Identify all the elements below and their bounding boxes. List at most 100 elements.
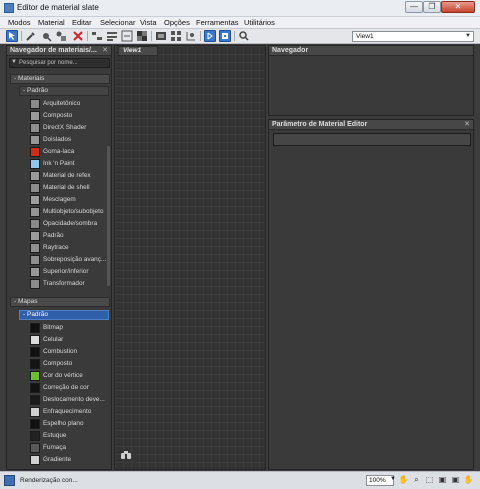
map-swatch-icon	[30, 455, 40, 465]
map-item[interactable]: Enfraquecimento	[30, 406, 111, 418]
view-area[interactable]: View1	[114, 45, 266, 470]
material-item[interactable]: Goma-laca	[30, 146, 111, 158]
map-item[interactable]: Correção de cor	[30, 382, 111, 394]
map-item[interactable]: Estuque	[30, 430, 111, 442]
menu-opcoes[interactable]: Opções	[164, 18, 190, 27]
material-item[interactable]: Material de shell	[30, 182, 111, 194]
hide-unused-icon[interactable]	[121, 30, 133, 42]
menu-material[interactable]: Material	[38, 18, 65, 27]
maximize-button[interactable]: ❐	[423, 1, 441, 13]
material-item[interactable]: Material de refex	[30, 170, 111, 182]
minimize-button[interactable]: —	[405, 1, 423, 13]
close-icon[interactable]: ✕	[464, 120, 470, 129]
material-item[interactable]: Transformador	[30, 278, 111, 290]
group-materiais[interactable]: - Materiais	[10, 74, 110, 84]
map-label: Correção de cor	[43, 384, 89, 391]
map-label: Estuque	[43, 432, 67, 439]
map-label: Combustion	[43, 348, 78, 355]
material-swatch-icon	[30, 219, 40, 229]
assign-material-icon[interactable]	[55, 30, 67, 42]
map-label: Espelho plano	[43, 420, 84, 427]
material-item[interactable]: Ink 'n Paint	[30, 158, 111, 170]
background-icon[interactable]	[155, 30, 167, 42]
material-swatch-icon	[30, 231, 40, 241]
magnify-settings-icon[interactable]	[238, 30, 250, 42]
map-display-icon[interactable]	[136, 30, 148, 42]
material-item[interactable]: Mesclagem	[30, 194, 111, 206]
map-item[interactable]: Gradiente	[30, 454, 111, 466]
layout-children-icon[interactable]	[91, 30, 103, 42]
material-item[interactable]: Doislados	[30, 134, 111, 146]
mtl-map-nav-icon[interactable]	[219, 30, 231, 42]
chevron-down-icon[interactable]: ▼	[390, 476, 396, 482]
eyedropper-icon[interactable]	[25, 30, 37, 42]
tab-view1[interactable]: View1	[118, 46, 158, 56]
map-item[interactable]: Deslocamento deve...	[30, 394, 111, 406]
map-label: Gradiente	[43, 456, 72, 463]
pick-material-icon[interactable]	[40, 30, 52, 42]
material-item[interactable]: Multiobjeto/subobjeto	[30, 206, 111, 218]
preview-icon[interactable]	[170, 30, 182, 42]
map-label: Composto	[43, 360, 73, 367]
menu-utilitarios[interactable]: Utilitários	[244, 18, 275, 27]
map-item[interactable]: Bitmap	[30, 322, 111, 334]
navigator-panel: Navegador	[268, 45, 474, 116]
material-label: Mesclagem	[43, 196, 76, 203]
material-item[interactable]: DirectX Shader	[30, 122, 111, 134]
menu-selecionar[interactable]: Selecionar	[100, 18, 135, 27]
close-icon[interactable]: ✕	[102, 46, 108, 55]
material-item[interactable]: Superior/inferior	[30, 266, 111, 278]
material-swatch-icon	[30, 159, 40, 169]
material-swatch-icon	[30, 147, 40, 157]
material-label: Sobreposição avanç...	[43, 256, 107, 263]
select-by-material-icon[interactable]	[185, 30, 197, 42]
map-item[interactable]: Cor do vértice	[30, 370, 111, 382]
pan-view-icon[interactable]: ✋	[463, 475, 474, 486]
material-item[interactable]: Arquitetônico	[30, 98, 111, 110]
search-options-icon[interactable]: ▼	[11, 59, 17, 65]
map-item[interactable]: Espelho plano	[30, 418, 111, 430]
map-swatch-icon	[30, 371, 40, 381]
browser-scrollbar[interactable]	[107, 146, 110, 286]
material-item[interactable]: Raytrace	[30, 242, 111, 254]
delete-icon[interactable]	[72, 30, 84, 42]
map-item[interactable]: Celular	[30, 334, 111, 346]
map-swatch-icon	[30, 383, 40, 393]
material-swatch-icon	[30, 111, 40, 121]
navigator-title: Navegador	[269, 46, 473, 56]
menu-editar[interactable]: Editar	[72, 18, 92, 27]
map-item[interactable]: Composto	[30, 358, 111, 370]
material-item[interactable]: Padrão	[30, 230, 111, 242]
search-input[interactable]: ▼ Pesquisar por nome...	[9, 58, 110, 68]
material-item[interactable]: Sobreposição avanç...	[30, 254, 111, 266]
show-end-result-icon[interactable]	[204, 30, 216, 42]
select-arrow-icon[interactable]	[6, 30, 18, 42]
menu-ferramentas[interactable]: Ferramentas	[196, 18, 239, 27]
material-name-field[interactable]	[273, 133, 471, 146]
group-mapas[interactable]: - Mapas	[10, 297, 110, 307]
binoculars-icon[interactable]	[121, 450, 131, 461]
map-item[interactable]: Fumaça	[30, 442, 111, 454]
material-item[interactable]: Opacidade/sombra	[30, 218, 111, 230]
close-button[interactable]: ✕	[441, 1, 475, 13]
map-label: Bitmap	[43, 324, 63, 331]
menu-modos[interactable]: Modos	[8, 18, 31, 27]
chevron-down-icon: ▼	[465, 33, 471, 39]
layout-all-icon[interactable]	[106, 30, 118, 42]
zoom-region-icon[interactable]: ⬚	[424, 475, 435, 486]
zoom-extents-icon[interactable]: ▣	[437, 475, 448, 486]
material-label: Raytrace	[43, 244, 69, 251]
menu-vista[interactable]: Vista	[140, 18, 157, 27]
map-item[interactable]: Combustion	[30, 346, 111, 358]
map-swatch-icon	[30, 443, 40, 453]
material-label: Doislados	[43, 136, 72, 143]
material-swatch-icon	[30, 243, 40, 253]
zoom-icon[interactable]: ⌕	[411, 475, 422, 486]
subgroup-materiais-padrao[interactable]: - Padrão	[19, 86, 109, 96]
map-swatch-icon	[30, 395, 40, 405]
material-item[interactable]: Composto	[30, 110, 111, 122]
pan-hand-icon[interactable]: ✋	[398, 475, 409, 486]
subgroup-mapas-padrao[interactable]: - Padrão	[19, 310, 109, 320]
view-select[interactable]: View1 ▼	[352, 31, 474, 42]
zoom-extents-selected-icon[interactable]: ▣	[450, 475, 461, 486]
